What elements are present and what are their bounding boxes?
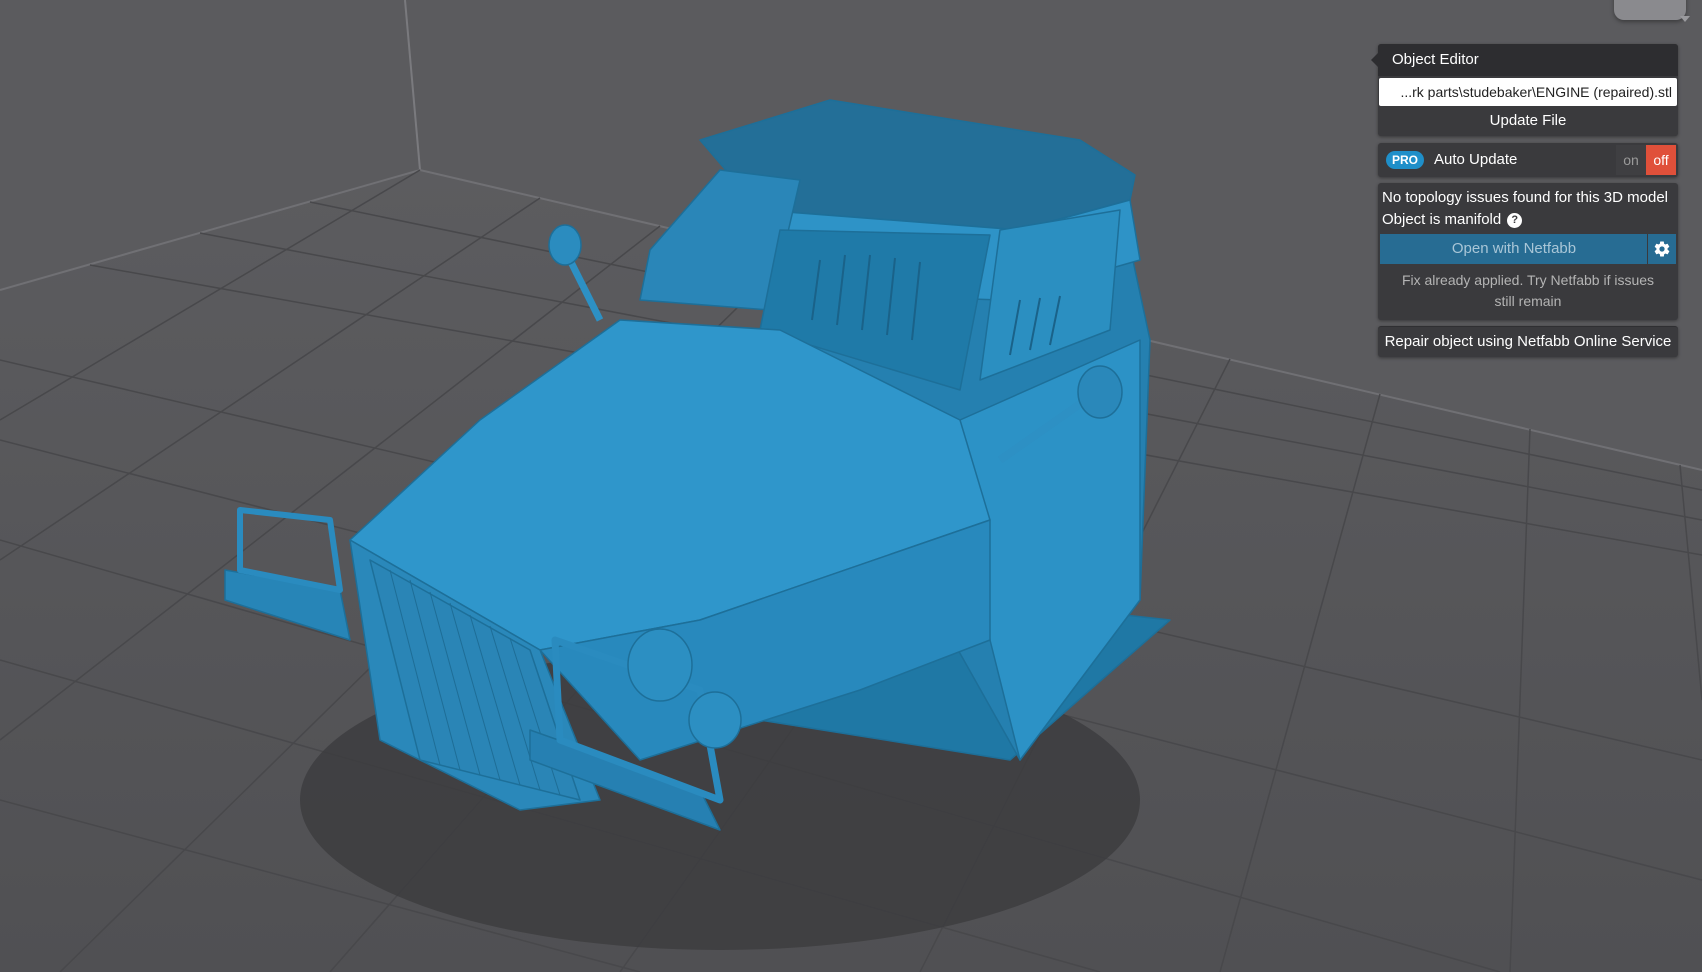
auto-update-on-toggle[interactable]: on (1616, 145, 1646, 175)
auto-update-off-toggle[interactable]: off (1646, 145, 1676, 175)
repair-status-block: No topology issues found for this 3D mod… (1378, 183, 1678, 320)
panel-title: Object Editor (1378, 44, 1678, 76)
file-path-input[interactable] (1379, 78, 1677, 106)
question-circle-icon[interactable]: ? (1507, 213, 1523, 228)
fix-applied-note: Fix already applied. Try Netfabb if issu… (1401, 272, 1655, 309)
manifold-status-row: Object is manifold? (1382, 209, 1674, 231)
netfabb-row: Open with Netfabb (1380, 234, 1676, 264)
pro-badge: PRO (1386, 151, 1425, 169)
view-cube-icon[interactable] (1614, 0, 1686, 20)
open-with-netfabb-button[interactable]: Open with Netfabb (1380, 234, 1648, 264)
update-file-button[interactable]: Update File (1378, 106, 1678, 136)
back-wall-edge (404, 0, 421, 171)
topology-status: No topology issues found for this 3D mod… (1382, 189, 1668, 206)
chevron-down-icon[interactable] (1680, 16, 1690, 22)
manifold-status: Object is manifold (1382, 211, 1502, 228)
object-editor-panel: Object Editor Update File PRO Auto Updat… (1371, 44, 1678, 363)
netfabb-settings-button[interactable] (1647, 234, 1676, 264)
repair-online-button[interactable]: Repair object using Netfabb Online Servi… (1378, 326, 1678, 357)
auto-update-label: Auto Update (1434, 151, 1518, 168)
gear-icon (1654, 241, 1670, 257)
file-block: Object Editor Update File (1378, 44, 1678, 136)
auto-update-row: PRO Auto Update on off (1378, 143, 1678, 177)
